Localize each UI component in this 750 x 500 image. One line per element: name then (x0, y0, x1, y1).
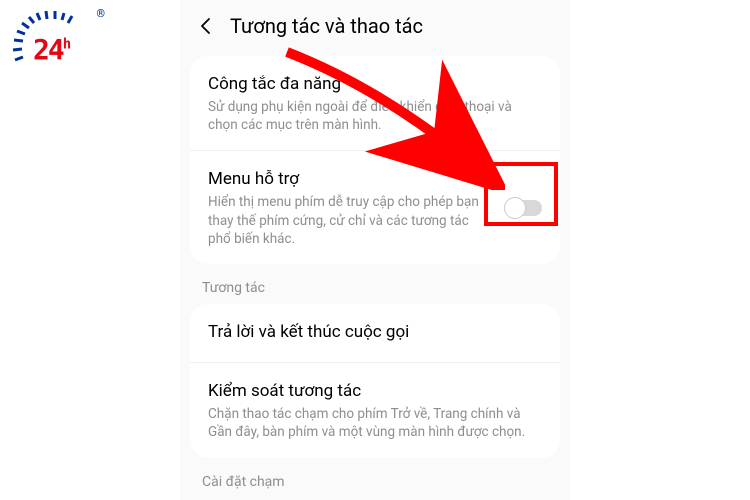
page-title: Tương tác và thao tác (230, 14, 423, 38)
logo-text: 24h (33, 33, 69, 66)
item-interaction-control[interactable]: Kiểm soát tương tác Chặn thao tác chạm c… (190, 362, 560, 457)
section-interaction: Trả lời và kết thúc cuộc gọi Kiểm soát t… (190, 304, 560, 457)
toggle-thumb (504, 197, 526, 219)
brand-logo: 24h ® (5, 5, 105, 75)
item-title: Menu hỗ trợ (208, 169, 542, 189)
item-answer-end-calls[interactable]: Trả lời và kết thúc cuộc gọi (190, 304, 560, 362)
item-title: Trả lời và kết thúc cuộc gọi (208, 322, 542, 342)
item-title: Công tắc đa năng (208, 74, 542, 94)
item-universal-switch[interactable]: Công tắc đa năng Sử dụng phụ kiện ngoài … (190, 56, 560, 150)
registered-mark: ® (96, 7, 105, 20)
item-desc: Hiển thị menu phím dễ truy cập cho phép … (208, 193, 542, 248)
section-main: Công tắc đa năng Sử dụng phụ kiện ngoài … (190, 56, 560, 264)
item-title: Kiểm soát tương tác (208, 381, 542, 401)
item-desc: Chặn thao tác chạm cho phím Trở về, Tran… (208, 405, 542, 441)
header-bar: Tương tác và thao tác (180, 0, 570, 56)
section-label-touch: Cài đặt chạm (180, 472, 570, 498)
item-desc: Sử dụng phụ kiện ngoài để điều khiển điệ… (208, 98, 542, 134)
back-icon[interactable] (196, 16, 216, 36)
assistant-menu-toggle[interactable] (504, 197, 542, 219)
phone-screen: Tương tác và thao tác Công tắc đa năng S… (180, 0, 570, 500)
item-assistant-menu[interactable]: Menu hỗ trợ Hiển thị menu phím dễ truy c… (190, 150, 560, 264)
section-label-interaction: Tương tác (180, 278, 570, 304)
